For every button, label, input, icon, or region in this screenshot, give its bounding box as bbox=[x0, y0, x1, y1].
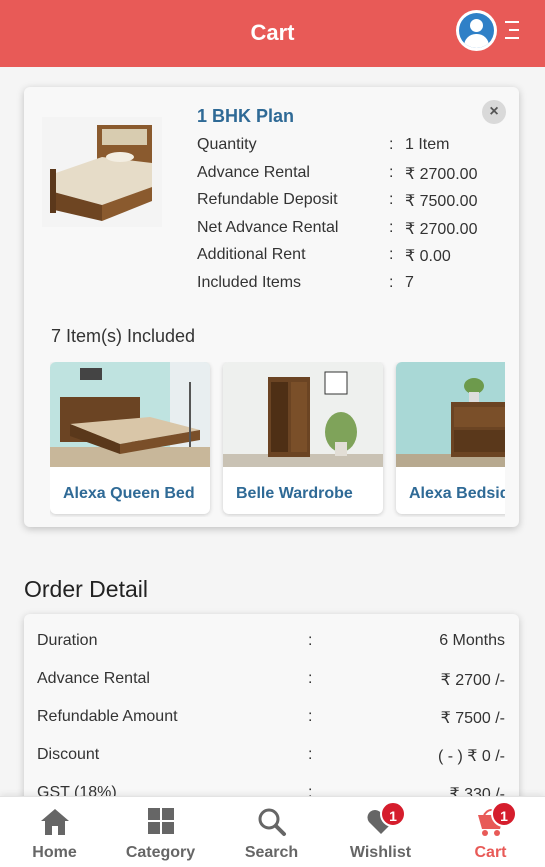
included-item-card[interactable]: Alexa Queen Bed bbox=[50, 362, 210, 514]
user-avatar-icon[interactable] bbox=[456, 10, 497, 51]
detail-row-quantity: Quantity : 1 Item bbox=[197, 136, 450, 153]
search-icon bbox=[256, 807, 288, 837]
remove-item-button[interactable]: × bbox=[482, 100, 506, 124]
included-items-title: 7 Item(s) Included bbox=[51, 326, 196, 346]
included-item-card[interactable]: Alexa Bedside bbox=[396, 362, 505, 514]
detail-row-advance-rental: Advance Rental : ₹ 2700.00 bbox=[197, 164, 478, 183]
app-header: Cart bbox=[0, 0, 545, 67]
bottom-navigation: Home Category Search 1 Wishlist 1 Cart bbox=[0, 796, 545, 867]
menu-icon[interactable] bbox=[503, 21, 519, 41]
included-item-name[interactable]: Alexa Bedside bbox=[409, 485, 505, 503]
order-row-discount: Discount : ( - ) ₹ 0 /- bbox=[37, 746, 505, 765]
cart-badge: 1 bbox=[491, 801, 517, 827]
order-row-refundable-amount: Refundable Amount : ₹ 7500 /- bbox=[37, 708, 505, 727]
cart-item-card: 1 BHK Plan × Quantity : 1 Item Advance R… bbox=[24, 87, 519, 527]
included-item-card[interactable]: Belle Wardrobe bbox=[223, 362, 383, 514]
detail-row-additional-rent: Additional Rent : ₹ 0.00 bbox=[197, 246, 451, 265]
order-detail-title: Order Detail bbox=[24, 576, 148, 602]
plan-bed-image bbox=[42, 117, 162, 227]
nav-item-home[interactable]: Home bbox=[0, 797, 109, 867]
included-item-name[interactable]: Alexa Queen Bed bbox=[63, 485, 195, 503]
detail-row-refundable-deposit: Refundable Deposit : ₹ 7500.00 bbox=[197, 191, 478, 210]
order-row-advance-rental: Advance Rental : ₹ 2700 /- bbox=[37, 670, 505, 689]
plan-name[interactable]: 1 BHK Plan bbox=[197, 106, 294, 127]
home-icon bbox=[39, 807, 71, 837]
included-items-carousel[interactable]: Alexa Queen Bed Belle Wardrobe Alexa Bed… bbox=[50, 362, 505, 517]
detail-row-net-advance-rental: Net Advance Rental : ₹ 2700.00 bbox=[197, 219, 478, 238]
nav-item-cart[interactable]: 1 Cart bbox=[436, 797, 545, 867]
category-grid-icon bbox=[145, 807, 177, 837]
wardrobe-image bbox=[223, 362, 383, 467]
nav-item-category[interactable]: Category bbox=[106, 797, 215, 867]
bedside-image bbox=[396, 362, 505, 467]
wishlist-badge: 1 bbox=[380, 801, 406, 827]
included-item-name[interactable]: Belle Wardrobe bbox=[236, 485, 353, 503]
nav-item-wishlist[interactable]: 1 Wishlist bbox=[326, 797, 435, 867]
queen-bed-image bbox=[50, 362, 210, 467]
nav-item-search[interactable]: Search bbox=[217, 797, 326, 867]
detail-row-included-items: Included Items : 7 bbox=[197, 274, 414, 291]
order-row-duration: Duration : 6 Months bbox=[37, 632, 505, 649]
